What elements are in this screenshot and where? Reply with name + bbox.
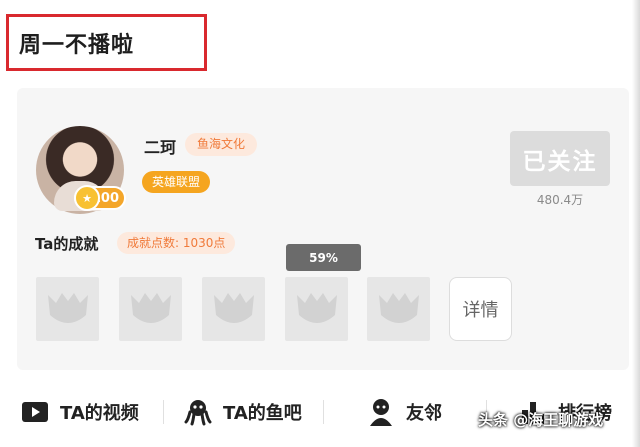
achievement-points: 成就点数: 1030点 bbox=[117, 232, 236, 254]
octopus-icon bbox=[183, 397, 213, 427]
team-tag[interactable]: 鱼海文化 bbox=[185, 133, 258, 156]
follow-button[interactable]: 已关注 bbox=[510, 131, 610, 186]
tab-label: TA的鱼吧 bbox=[223, 403, 302, 424]
watermark: 头条 @海王聊游戏 bbox=[478, 411, 604, 429]
level-badge: ★ 100 bbox=[74, 185, 126, 211]
progress-tooltip: 59% bbox=[286, 244, 361, 271]
highlight-title-box: 周一不播啦 bbox=[6, 14, 207, 71]
locked-badge-icon[interactable] bbox=[36, 277, 99, 341]
details-button[interactable]: 详情 bbox=[449, 277, 512, 341]
tab-label: TA的视频 bbox=[60, 403, 139, 424]
locked-badge-icon[interactable] bbox=[285, 277, 348, 341]
follower-count: 480.4万 bbox=[536, 193, 584, 207]
user-icon bbox=[366, 397, 396, 427]
video-play-icon bbox=[20, 397, 50, 427]
locked-badge-icon[interactable] bbox=[119, 277, 182, 341]
game-category-tag[interactable]: 英雄联盟 bbox=[142, 171, 211, 193]
tab-neighbors[interactable]: 友邻 bbox=[366, 388, 442, 436]
tab-videos[interactable]: TA的视频 bbox=[20, 388, 139, 436]
tab-divider bbox=[163, 400, 164, 424]
tab-divider bbox=[323, 400, 324, 424]
streamer-name: 二珂 bbox=[144, 138, 177, 157]
tab-fishbar[interactable]: TA的鱼吧 bbox=[183, 388, 302, 436]
screen-edge bbox=[632, 0, 640, 447]
tab-label: 友邻 bbox=[406, 403, 442, 424]
locked-badge-icon[interactable] bbox=[202, 277, 265, 341]
coin-icon: ★ bbox=[74, 185, 100, 211]
achievements-title: Ta的成就 bbox=[35, 235, 99, 253]
locked-badge-icon[interactable] bbox=[367, 277, 430, 341]
page-title: 周一不播啦 bbox=[19, 32, 135, 58]
